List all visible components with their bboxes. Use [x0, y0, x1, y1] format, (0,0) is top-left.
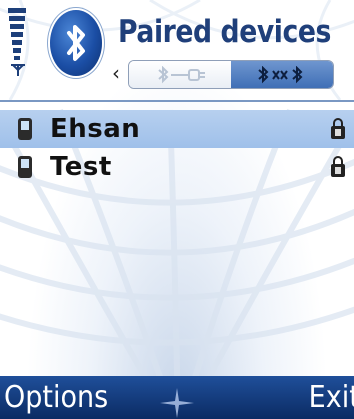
device-list: Ehsan Test: [0, 110, 354, 186]
device-item-test[interactable]: Test: [0, 148, 354, 186]
options-softkey[interactable]: Options: [4, 380, 108, 416]
bluetooth-icon: [50, 10, 102, 76]
authorized-icon: [331, 156, 345, 177]
phone-icon: [10, 148, 40, 186]
tab-paired-devices[interactable]: [231, 61, 333, 88]
bluetooth-connect-icon: [158, 65, 205, 83]
softkey-bar: Options Exit: [0, 376, 354, 419]
tab-left-arrow-icon[interactable]: ‹: [112, 62, 126, 84]
device-item-ehsan[interactable]: Ehsan: [0, 110, 354, 148]
sparkle-icon: [160, 388, 194, 418]
device-name: Ehsan: [50, 114, 141, 144]
phone-icon: [10, 110, 40, 148]
authorized-icon: [331, 118, 345, 139]
page-title: Paired devices: [118, 14, 331, 50]
signal-strength-icon: [8, 8, 26, 76]
header-divider: [0, 100, 354, 102]
device-name: Test: [50, 152, 112, 182]
tab-bar: [128, 60, 334, 89]
exit-softkey[interactable]: Exit: [309, 380, 354, 416]
tab-bluetooth-connect[interactable]: [129, 61, 231, 88]
bluetooth-paired-icon: [258, 65, 303, 83]
